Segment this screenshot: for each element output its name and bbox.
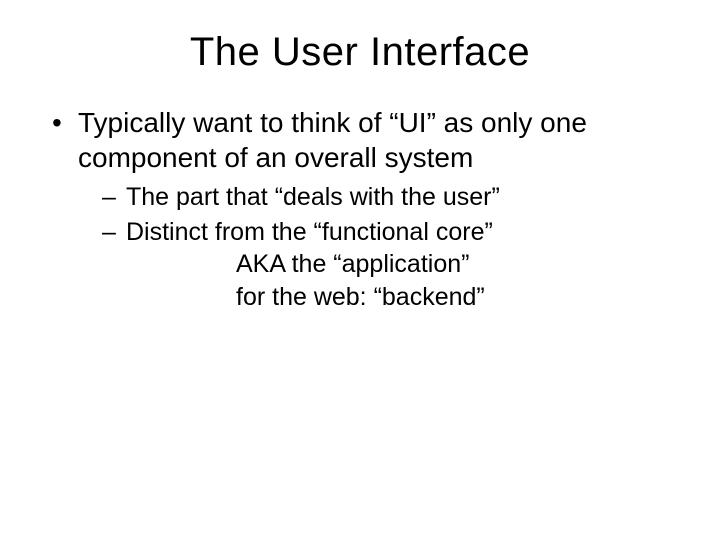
bullet-item: Typically want to think of “UI” as only … bbox=[50, 105, 680, 313]
bullet-text: Typically want to think of “UI” as only … bbox=[78, 107, 587, 173]
sub-bullet-text: The part that “deals with the user” bbox=[126, 183, 500, 211]
indent-line: AKA the “application” bbox=[236, 248, 680, 281]
indent-line: for the web: “backend” bbox=[236, 281, 680, 314]
slide-title: The User Interface bbox=[40, 30, 680, 75]
sub-bullet-item: The part that “deals with the user” bbox=[98, 181, 680, 214]
bullet-list-level1: Typically want to think of “UI” as only … bbox=[50, 105, 680, 313]
sub-bullet-text: Distinct from the “functional core” bbox=[126, 218, 493, 246]
slide: The User Interface Typically want to thi… bbox=[0, 0, 720, 540]
bullet-list-level2: The part that “deals with the user” Dist… bbox=[98, 181, 680, 313]
sub-bullet-item: Distinct from the “functional core” AKA … bbox=[98, 216, 680, 314]
